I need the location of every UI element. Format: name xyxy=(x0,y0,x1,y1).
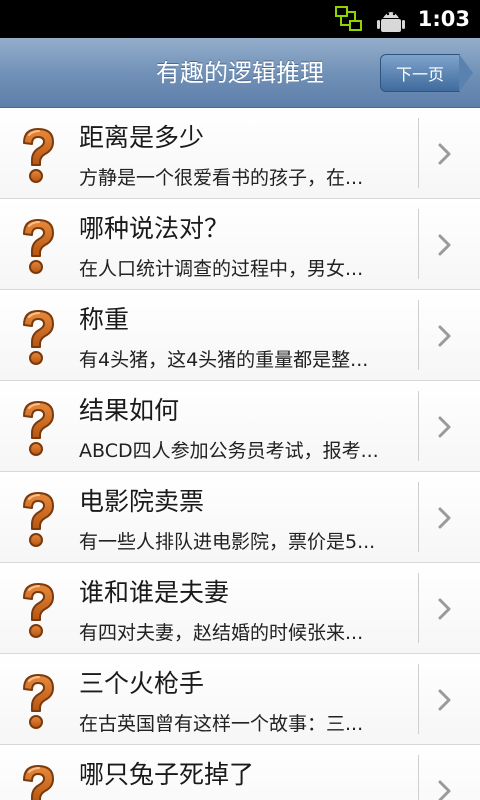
list-item[interactable]: 结果如何 ABCD四人参加公务员考试，报考... xyxy=(0,381,480,472)
item-desc: 有四对夫妻，赵结婚的时候张来... xyxy=(79,622,364,644)
chevron-right-icon[interactable] xyxy=(436,597,454,621)
item-title: 谁和谁是夫妻 xyxy=(79,578,230,607)
item-desc: 方静是一个很爱看书的孩子，在... xyxy=(79,167,364,189)
item-title: 哪只兔子死掉了 xyxy=(79,760,255,789)
item-title: 称重 xyxy=(79,305,130,334)
android-debug-icon xyxy=(374,4,408,34)
next-page-button[interactable]: 下一页 xyxy=(380,54,473,92)
item-title: 三个火枪手 xyxy=(79,669,205,698)
question-mark-icon xyxy=(18,490,58,550)
item-title: 哪种说法对？ xyxy=(79,214,230,243)
chevron-right-icon[interactable] xyxy=(436,142,454,166)
chevron-right-icon[interactable] xyxy=(436,506,454,530)
item-title: 电影院卖票 xyxy=(79,487,205,516)
item-desc: 有4头猪，这4头猪的重量都是整... xyxy=(79,349,369,371)
item-divider xyxy=(418,118,419,188)
list-item[interactable]: 电影院卖票 有一些人排队进电影院，票价是5... xyxy=(0,472,480,563)
title-bar: 有趣的逻辑推理 下一页 xyxy=(0,38,480,108)
item-divider xyxy=(418,482,419,552)
status-bar: 1:03 xyxy=(0,0,480,38)
item-desc: 有一些人排队进电影院，票价是5... xyxy=(79,531,376,553)
list-item[interactable]: 距离是多少 方静是一个很爱看书的孩子，在... xyxy=(0,108,480,199)
question-mark-icon xyxy=(18,763,58,800)
item-divider xyxy=(418,573,419,643)
list-item[interactable]: 哪只兔子死掉了 xyxy=(0,745,480,800)
item-divider xyxy=(418,664,419,734)
item-title: 距离是多少 xyxy=(79,123,205,152)
list-item[interactable]: 哪种说法对？ 在人口统计调查的过程中，男女... xyxy=(0,199,480,290)
question-mark-icon xyxy=(18,399,58,459)
status-time: 1:03 xyxy=(417,7,470,31)
chevron-right-icon[interactable] xyxy=(436,779,454,800)
question-mark-icon xyxy=(18,581,58,641)
question-mark-icon xyxy=(18,126,58,186)
data-sync-icon xyxy=(334,4,364,34)
list-item[interactable]: 三个火枪手 在古英国曾有这样一个故事：三... xyxy=(0,654,480,745)
item-divider xyxy=(418,755,419,800)
item-desc: 在人口统计调查的过程中，男女... xyxy=(79,258,364,280)
item-divider xyxy=(418,391,419,461)
item-divider xyxy=(418,209,419,279)
question-mark-icon xyxy=(18,308,58,368)
item-desc: ABCD四人参加公务员考试，报考... xyxy=(79,440,379,462)
chevron-right-icon[interactable] xyxy=(436,324,454,348)
item-desc: 在古英国曾有这样一个故事：三... xyxy=(79,713,364,735)
item-title: 结果如何 xyxy=(79,396,180,425)
chevron-right-icon[interactable] xyxy=(436,415,454,439)
item-divider xyxy=(418,300,419,370)
question-mark-icon xyxy=(18,217,58,277)
list-item[interactable]: 称重 有4头猪，这4头猪的重量都是整... xyxy=(0,290,480,381)
chevron-right-icon[interactable] xyxy=(436,688,454,712)
question-mark-icon xyxy=(18,672,58,732)
list-item[interactable]: 谁和谁是夫妻 有四对夫妻，赵结婚的时候张来... xyxy=(0,563,480,654)
chevron-right-icon[interactable] xyxy=(436,233,454,257)
puzzle-list: 距离是多少 方静是一个很爱看书的孩子，在... 哪种说法对？ 在人口统计调查的过… xyxy=(0,108,480,800)
